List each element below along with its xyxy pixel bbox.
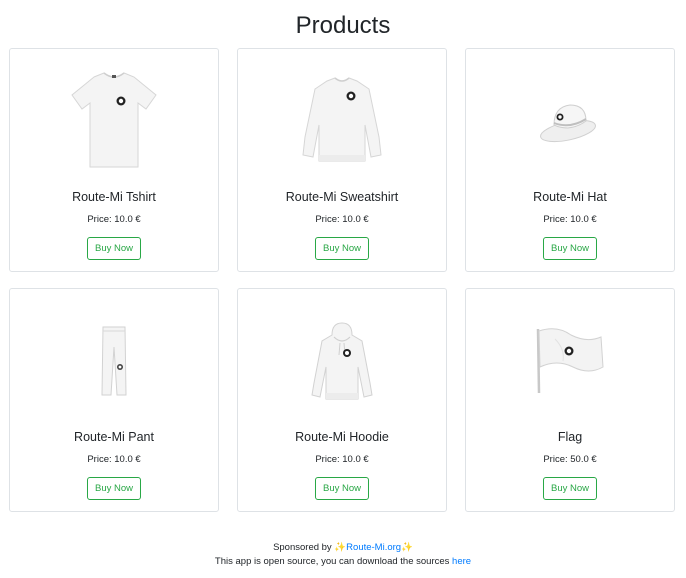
sponsor-link[interactable]: Route-Mi.org — [346, 542, 401, 553]
product-price: Price: 10.0 € — [87, 454, 141, 465]
product-price: Price: 10.0 € — [315, 454, 369, 465]
sparkle-icon: ✨ — [401, 542, 413, 553]
product-card: Route-Mi Tshirt Price: 10.0 € Buy Now — [9, 48, 219, 272]
source-line: This app is open source, you can downloa… — [0, 555, 686, 569]
page-title: Products — [295, 12, 391, 39]
product-name: Route-Mi Tshirt — [72, 190, 156, 204]
tshirt-image — [10, 65, 218, 177]
buy-now-button[interactable]: Buy Now — [86, 477, 142, 500]
hoodie-image — [238, 305, 446, 417]
buy-now-button[interactable]: Buy Now — [314, 477, 370, 500]
product-name: Route-Mi Pant — [74, 430, 154, 444]
product-name: Route-Mi Hat — [533, 190, 607, 204]
flag-image — [466, 305, 674, 417]
product-card: Route-Mi Sweatshirt Price: 10.0 € Buy No… — [237, 48, 447, 272]
product-price: Price: 10.0 € — [315, 214, 369, 225]
product-card: Route-Mi Pant Price: 10.0 € Buy Now — [9, 288, 219, 512]
sponsor-line: Sponsored by ✨Route-Mi.org✨ — [0, 541, 686, 555]
product-name: Flag — [557, 430, 583, 444]
product-grid: Route-Mi Tshirt Price: 10.0 € Buy Now Ro… — [9, 48, 675, 512]
product-price: Price: 10.0 € — [543, 214, 597, 225]
product-name: Route-Mi Sweatshirt — [285, 190, 399, 204]
product-name: Route-Mi Hoodie — [295, 430, 389, 444]
buy-now-button[interactable]: Buy Now — [542, 237, 598, 260]
product-card: Route-Mi Hoodie Price: 10.0 € Buy Now — [237, 288, 447, 512]
product-price: Price: 50.0 € — [543, 454, 597, 465]
product-card: Route-Mi Hat Price: 10.0 € Buy Now — [465, 48, 675, 272]
buy-now-button[interactable]: Buy Now — [314, 237, 370, 260]
sponsored-by-text: Sponsored by — [273, 542, 335, 553]
source-link[interactable]: here — [452, 556, 471, 567]
pant-image — [10, 305, 218, 417]
product-price: Price: 10.0 € — [87, 214, 141, 225]
hat-image — [466, 65, 674, 177]
sparkle-icon: ✨ — [334, 542, 347, 553]
source-text: This app is open source, you can downloa… — [214, 556, 453, 567]
buy-now-button[interactable]: Buy Now — [86, 237, 142, 260]
buy-now-button[interactable]: Buy Now — [542, 477, 598, 500]
footer: Sponsored by ✨Route-Mi.org✨ This app is … — [0, 541, 686, 569]
product-card: Flag Price: 50.0 € Buy Now — [465, 288, 675, 512]
sweatshirt-image — [238, 65, 446, 177]
